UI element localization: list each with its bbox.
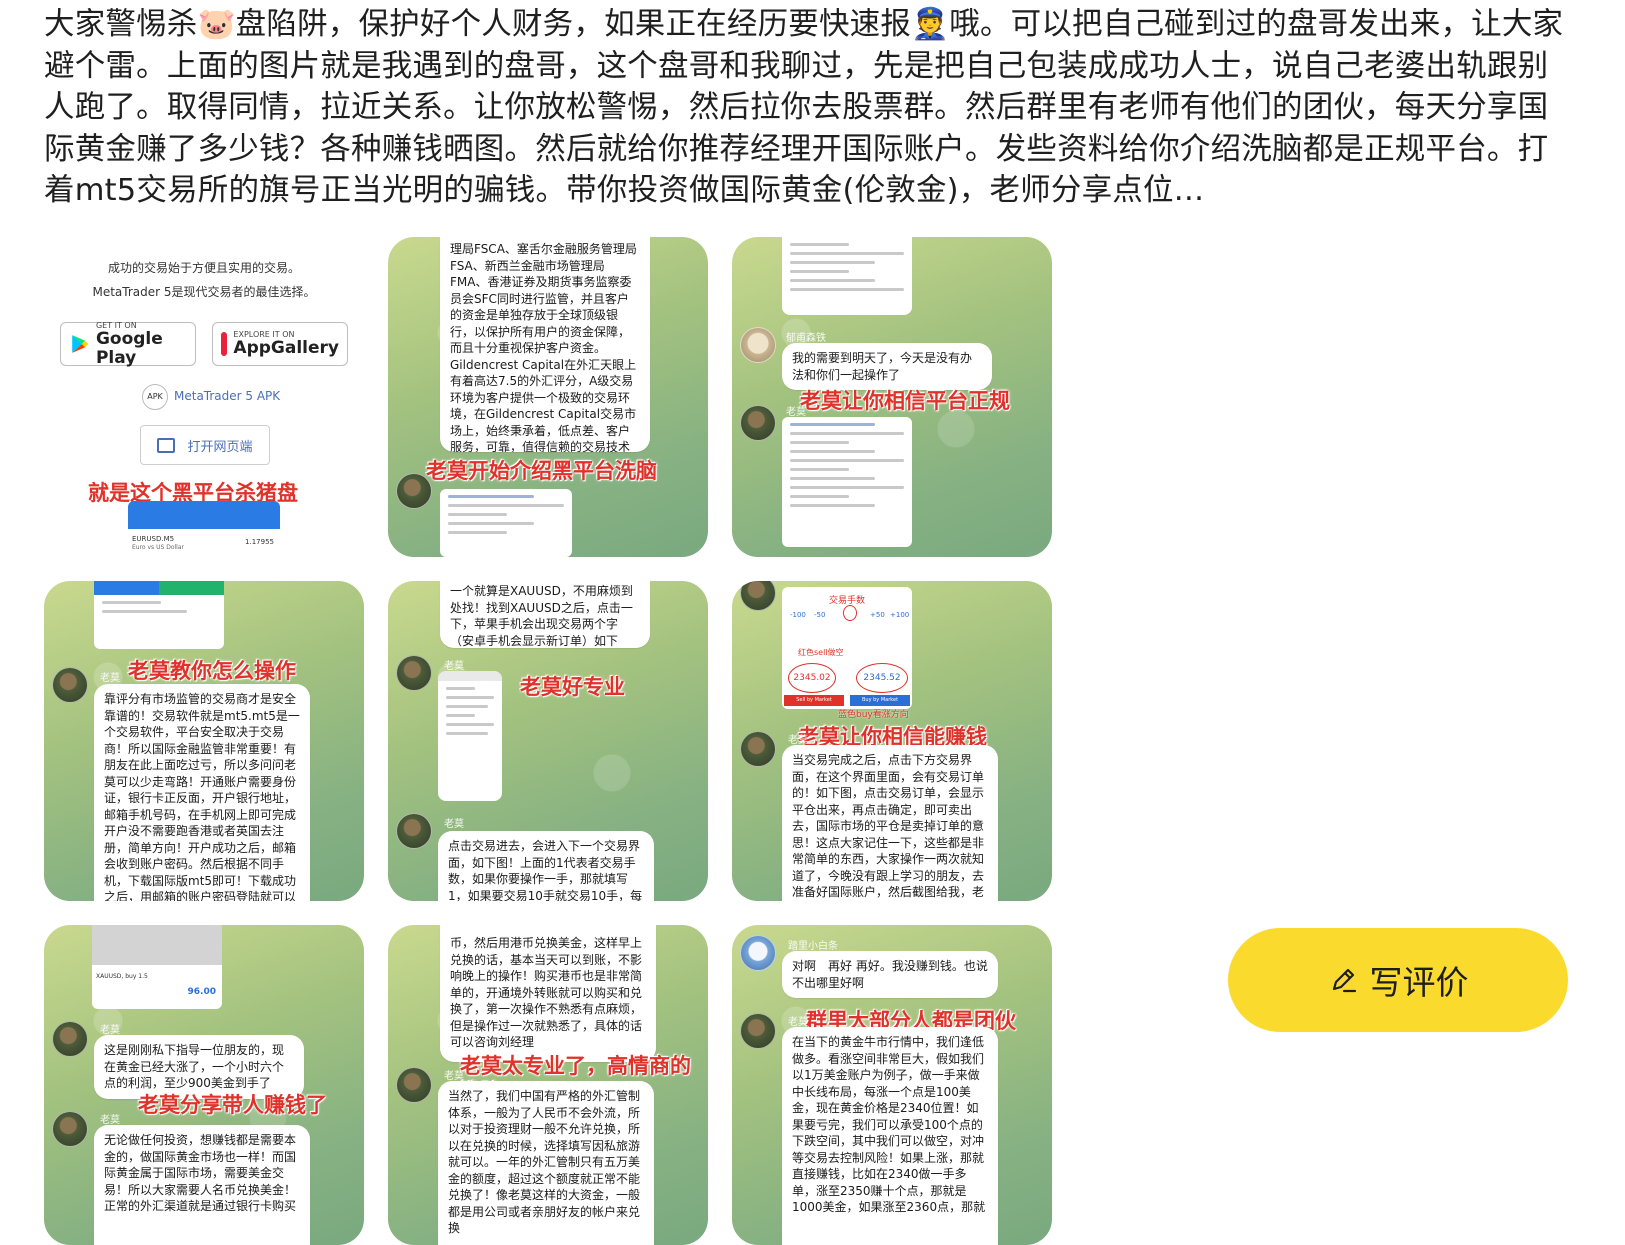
sender-name: 老莫	[788, 735, 808, 746]
chat-bubble: 一个就算是XAUUSD，不用麻烦到处找！找到XAUUSD之后，点击一下，苹果手机…	[440, 581, 650, 648]
image-tile-3[interactable]: 郁甫森铁 我的需要到明天了，今天是没有办法和你们一起操作了 老莫让你相信平台正规…	[732, 237, 1052, 557]
lot-minus50: -50	[814, 611, 826, 619]
image-tile-6[interactable]: 交易手数 -100 -50 +50 +100 红色sell做空 2345.02 …	[732, 581, 1052, 901]
sell-label: 红色sell做空	[798, 648, 844, 657]
chat-bubble: 币，然后用港币兑换美金，这样早上兑换的话，基本当天可以到账，不影响晚上的操作！购…	[440, 925, 656, 1062]
avatar	[740, 581, 776, 611]
pencil-icon	[1332, 968, 1356, 993]
chat-bubble: 无论做任何投资，想赚钱都是需要本金的，做国际黄金市场也一样！而国际黄金属于国际市…	[94, 1125, 310, 1245]
article-text: 大家警惕杀🐷盘陷阱，保护好个人财务，如果正在经历要快速报👮哦。可以把自己碰到过的…	[44, 7, 1564, 208]
avatar	[52, 667, 88, 703]
caption-7: 老莫分享带人赚钱了	[138, 1093, 327, 1117]
image-tile-4[interactable]: 老莫教你怎么操作 老莫 靠评分有市场监管的交易商才是安全靠谱的！交易软件就是mt…	[44, 581, 364, 901]
google-play-icon	[72, 335, 89, 353]
sell-button: Sell by Market	[784, 695, 844, 706]
chat-bubble: 点击交易进去，会进入下一个交易界面，如下图！上面的1代表者交易手数，如果你要操作…	[438, 831, 654, 901]
caption-4: 老莫教你怎么操作	[128, 659, 296, 683]
avatar	[740, 731, 776, 767]
google-play-badge: GET IT ON Google Play	[60, 321, 196, 368]
mt5-tagline-1: 成功的交易始于方便且实用的交易。	[107, 261, 300, 275]
sender-name: 老莫	[444, 661, 464, 672]
image-grid: 成功的交易始于方便且实用的交易。 MetaTrader 5是现代交易者的最佳选择…	[44, 237, 1052, 1245]
license-screenshot-2	[782, 417, 912, 547]
regulator-screenshot	[440, 489, 572, 557]
phone-price: 1.17955	[245, 538, 274, 546]
avatar	[52, 1021, 88, 1057]
apk-link: MetaTrader 5 APK	[174, 389, 281, 403]
lot-plus50: +50	[870, 611, 885, 619]
phone-screenshot: EURUSD.M5 Euro vs US Dollar 1.17955	[128, 501, 280, 557]
chat-bubble: 当然了，我们中国有严格的外汇管制体系，一般为了人民币不会外流，所以对于投资理财一…	[438, 1081, 654, 1245]
write-review-label: 写评价	[1369, 963, 1469, 1002]
lot-title: 交易手数	[828, 596, 865, 606]
open-web-button: 打开网页端	[140, 425, 270, 465]
chat-bubble: 靠评分有市场监管的交易商才是安全靠谱的！交易软件就是mt5.mt5是一个交易软件…	[94, 684, 310, 901]
sell-price: 2345.02	[788, 663, 836, 693]
avatar	[740, 405, 776, 441]
chat-bubble: 在当下的黄金牛市行情中，我们逢低做多。看涨空间非常巨大，假如我们以1万美金账户为…	[782, 1027, 998, 1245]
browser-icon	[157, 437, 176, 453]
avatar	[740, 1013, 776, 1049]
buy-button: Buy by Market	[850, 695, 910, 706]
huawei-icon	[221, 332, 228, 356]
license-screenshot-1	[782, 237, 912, 315]
sender-name: 老莫	[444, 1071, 464, 1082]
sender-name: 老莫	[786, 407, 806, 418]
sender-name: 老莫	[100, 673, 120, 684]
chat-bubble: 对啊 再好 再好。我没赚到钱。也说不出哪里好啊	[782, 951, 998, 998]
phone-pair: EURUSD.M5	[132, 535, 175, 543]
chat-bubble: 当交易完成之后，点击下方交易界面，在这个界面里面，会有交易订单的！如下图，点击交…	[782, 745, 998, 901]
image-tile-9[interactable]: 踏里小白条 对啊 再好 再好。我没赚到钱。也说不出哪里好啊 群里大部分人都是团伙…	[732, 925, 1052, 1245]
open-web-label: 打开网页端	[187, 439, 253, 455]
image-tile-8[interactable]: 币，然后用港币兑换美金，这样早上兑换的话，基本当天可以到账，不影响晚上的操作！购…	[388, 925, 708, 1245]
sender-name: 郁甫森铁	[786, 333, 826, 344]
avatar	[396, 1067, 432, 1103]
image-tile-7[interactable]: XAUUSD, buy 1.5 96.00 老莫 这是刚刚私下指导一位朋友的，现…	[44, 925, 364, 1245]
sender-name: 老莫	[100, 1025, 120, 1036]
caption-5: 老莫好专业	[520, 675, 625, 699]
phone-screenshot	[438, 671, 502, 801]
trade-screenshot: 交易手数 -100 -50 +50 +100 红色sell做空 2345.02 …	[782, 587, 912, 709]
apk-icon: APK	[142, 384, 168, 410]
appgallery-badge: EXPLORE IT ON AppGallery	[212, 322, 348, 366]
position-profit: 96.00	[187, 987, 216, 997]
image-tile-2[interactable]: 理局FSCA、塞舌尔金融服务管理局FSA、新西兰金融市场管理局FMA、香港证券及…	[388, 237, 708, 557]
position-screenshot: XAUUSD, buy 1.5 96.00	[92, 925, 222, 1009]
sender-name: 老莫	[100, 1115, 120, 1126]
chat-bubble: 理局FSCA、塞舌尔金融服务管理局FSA、新西兰金融市场管理局FMA、香港证券及…	[440, 237, 650, 452]
position-symbol: XAUUSD, buy 1.5	[96, 973, 148, 980]
image-tile-5[interactable]: 一个就算是XAUUSD，不用麻烦到处找！找到XAUUSD之后，点击一下，苹果手机…	[388, 581, 708, 901]
caption-3: 老莫让你相信平台正规	[800, 389, 1010, 413]
phone-desc: Euro vs US Dollar	[132, 544, 184, 551]
sender-name: 踏里小白条	[788, 941, 838, 952]
avatar	[52, 1111, 88, 1147]
mt5-screenshot	[94, 581, 224, 649]
avatar	[396, 655, 432, 691]
buy-label: 蓝色buy看涨方向	[838, 710, 909, 720]
image-tile-1[interactable]: 成功的交易始于方便且实用的交易。 MetaTrader 5是现代交易者的最佳选择…	[44, 237, 364, 557]
avatar	[740, 935, 776, 971]
write-review-button[interactable]: 写评价	[1228, 928, 1568, 1032]
google-play-label: Google Play	[95, 328, 163, 368]
sender-name: 老莫	[444, 819, 464, 830]
lot-plus100: +100	[890, 611, 910, 619]
appgallery-label: AppGallery	[233, 338, 339, 358]
chat-bubble: 我的需要到明天了，今天是没有办法和你们一起操作了	[782, 343, 992, 390]
sender-name: 老莫	[788, 1017, 808, 1028]
caption-2: 老莫开始介绍黑平台洗脑	[426, 459, 657, 483]
buy-price: 2345.52	[856, 663, 908, 693]
lot-minus100: -100	[790, 611, 806, 619]
mt5-tagline-2: MetaTrader 5是现代交易者的最佳选择。	[92, 285, 316, 299]
lot-marker	[843, 605, 857, 621]
avatar	[396, 813, 432, 849]
avatar	[740, 327, 776, 363]
